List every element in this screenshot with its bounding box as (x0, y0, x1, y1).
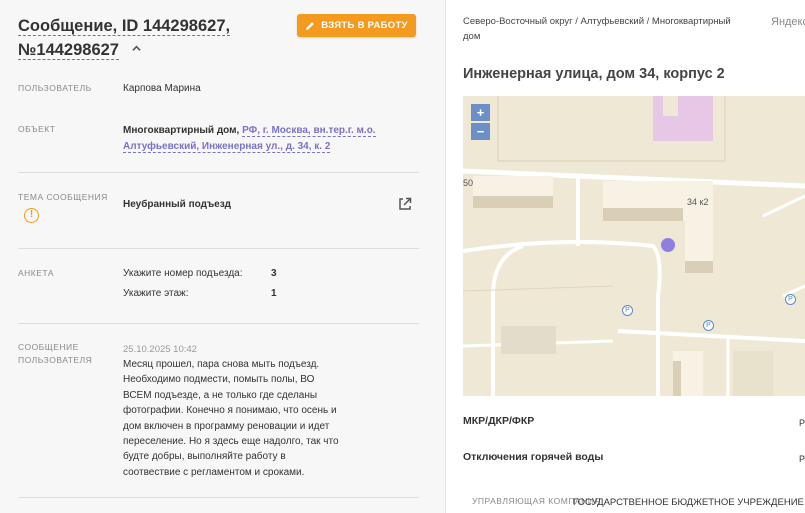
zoom-out-button[interactable]: − (471, 123, 490, 140)
page-title: Сообщение, ID 144298627, №144298627 (18, 14, 268, 62)
message-date: 25.10.2025 10:42 (123, 344, 197, 355)
message-text: Месяц прошел, пара снова мыть подъезд. Н… (123, 359, 339, 478)
user-value: Карпова Марина (123, 83, 201, 94)
pencil-icon (306, 21, 314, 30)
chevron-up-icon[interactable] (131, 44, 141, 53)
parking-icon: P (703, 320, 714, 331)
survey-answer: 1 (271, 288, 277, 299)
map-canvas (463, 96, 805, 396)
breadcrumb[interactable]: Северо-Восточный округ / Алтуфьевский / … (463, 14, 743, 44)
object-address-title: Инженерная улица, дом 34, корпус 2 (463, 66, 725, 82)
parking-icon: P (622, 305, 633, 316)
object-value: Многоквартирный дом, РФ, г. Москва, вн.т… (123, 123, 393, 155)
map-number-label: 50 (463, 178, 474, 188)
divider (18, 248, 419, 249)
survey-question: Укажите этаж: (123, 288, 189, 299)
object-panel: Северо-Восточный округ / Алтуфьевский / … (446, 0, 805, 513)
user-label: ПОЛЬЗОВАТЕЛЬ (18, 83, 92, 93)
zoom-in-button[interactable]: + (471, 104, 490, 121)
info-row-value: Р (799, 454, 805, 464)
object-label: ОБЪЕКТ (18, 124, 56, 134)
take-to-work-button[interactable]: ВЗЯТЬ В РАБОТУ (297, 14, 416, 37)
survey-question: Укажите номер подъезда: (123, 268, 243, 279)
message-title: Сообщение, ID 144298627, №144298627 (18, 17, 231, 60)
topic-label: ТЕМА СООБЩЕНИЯ (18, 192, 108, 202)
external-link-icon[interactable] (397, 196, 413, 212)
map-house-label: 34 к2 (687, 197, 709, 207)
map-provider-label: Яндекс (771, 16, 805, 28)
management-company-value: ГОСУДАРСТВЕННОЕ БЮДЖЕТНОЕ УЧРЕЖДЕНИЕ (573, 497, 804, 508)
info-row-label: МКР/ДКР/ФКР (463, 415, 535, 427)
message-panel: Сообщение, ID 144298627, №144298627 ВЗЯТ… (0, 0, 445, 513)
divider (18, 172, 419, 173)
parking-icon: P (785, 294, 796, 305)
take-to-work-label: ВЗЯТЬ В РАБОТУ (321, 20, 408, 31)
location-marker[interactable] (661, 238, 675, 252)
object-type: Многоквартирный дом, (123, 125, 240, 136)
warning-icon: ! (24, 208, 39, 223)
map[interactable]: 50 34 к2 P P P + − (463, 96, 805, 396)
user-message-label: СООБЩЕНИЕ ПОЛЬЗОВАТЕЛЯ (18, 342, 93, 365)
info-row-value: Р (799, 418, 805, 428)
divider (18, 323, 419, 324)
info-row-label: Отключения горячей воды (463, 451, 604, 463)
divider (18, 497, 419, 498)
topic-value: Неубранный подъезд (123, 199, 232, 210)
survey-answer: 3 (271, 268, 277, 279)
survey-label: АНКЕТА (18, 268, 55, 278)
